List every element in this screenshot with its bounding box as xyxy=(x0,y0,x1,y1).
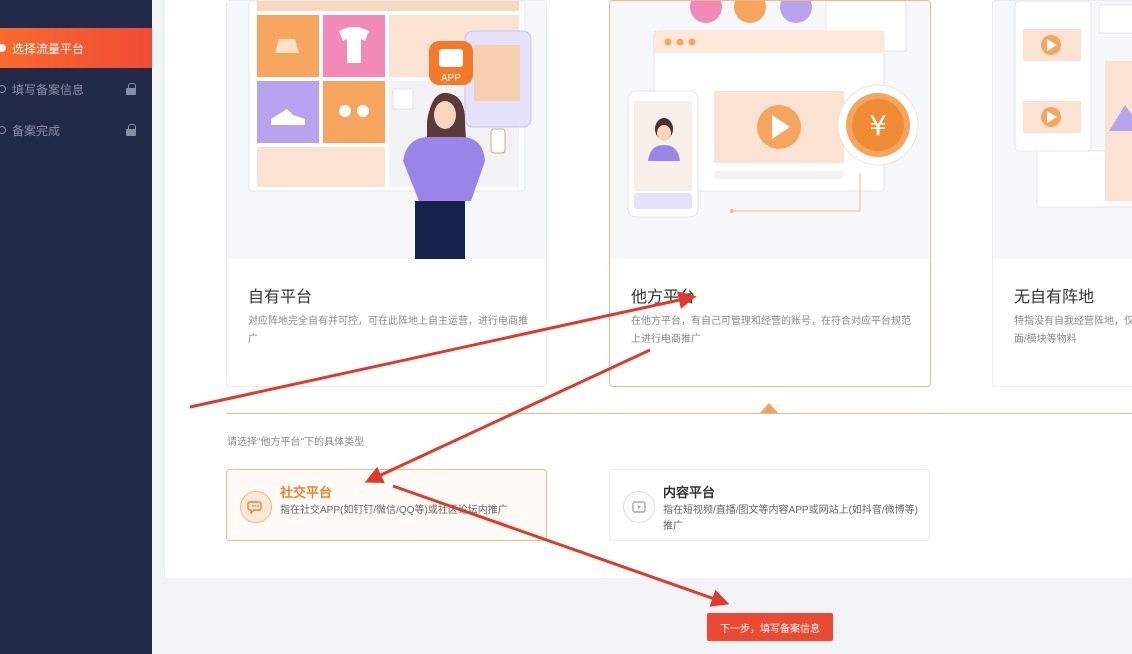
chat-icon xyxy=(240,491,272,523)
sidebar-item-label: 备案完成 xyxy=(12,123,61,138)
platform-card-own[interactable]: APP 自有平台 对应阵地完全自有并可控，可在此阵地上自主运营，进行电商推广 xyxy=(226,0,547,387)
third-party-platform-illustration: ¥ xyxy=(610,1,930,259)
subtype-desc: 指在社交APP(如钉钉/微信/QQ等)或社区论坛内推广 xyxy=(280,505,508,516)
subtype-option-content[interactable]: 内容平台 指在短视频/直播/图文等内容APP或网站上(如抖音/微博等)推广 xyxy=(609,469,930,541)
subtype-desc: 指在短视频/直播/图文等内容APP或网站上(如抖音/微博等)推广 xyxy=(663,505,919,532)
sidebar-item-complete[interactable]: 备案完成 xyxy=(0,110,152,150)
video-icon xyxy=(623,491,655,523)
step-dot-icon xyxy=(0,85,6,93)
svg-text:¥: ¥ xyxy=(869,109,887,142)
platform-card-no-own[interactable]: 无自有阵地 特指没有自我经营阵地，仅页面/模块等物料 xyxy=(992,0,1132,387)
no-own-platform-illustration xyxy=(993,1,1132,259)
subtype-hint: 请选择"他方平台"下的具体类型 xyxy=(227,437,365,448)
subtype-title: 内容平台 xyxy=(663,485,716,500)
own-platform-illustration: APP xyxy=(227,1,546,259)
step-dot-icon xyxy=(0,44,6,52)
platform-desc: 对应阵地完全自有并可控，可在此阵地上自主运营，进行电商推广 xyxy=(248,316,528,345)
next-step-button[interactable]: 下一步，填写备案信息 xyxy=(707,613,833,641)
platform-title: 自有平台 xyxy=(248,289,313,306)
sidebar: 选择流量平台 填写备案信息 备案完成 xyxy=(0,0,152,654)
svg-text:APP: APP xyxy=(441,73,461,84)
subtype-option-social[interactable]: 社交平台 指在社交APP(如钉钉/微信/QQ等)或社区论坛内推广 xyxy=(226,469,547,541)
sidebar-item-label: 填写备案信息 xyxy=(12,82,85,97)
lock-icon xyxy=(126,124,136,136)
platform-desc: 在他方平台，有自己可管理和经营的账号，在符合对应平台规范上进行电商推广 xyxy=(631,316,911,345)
platform-desc: 特指没有自我经营阵地，仅页面/模块等物料 xyxy=(1014,316,1132,345)
platform-title: 他方平台 xyxy=(631,289,696,306)
step-dot-icon xyxy=(0,126,6,134)
platform-card-third-party[interactable]: ¥ 他方平台 在他方平台，有自己可管理和经营的账号，在符合对应平台规范上进行电商… xyxy=(609,0,931,387)
platform-title: 无自有阵地 xyxy=(1014,289,1095,306)
sidebar-item-select-platform[interactable]: 选择流量平台 xyxy=(0,28,152,68)
lock-icon xyxy=(126,83,136,95)
caret-up-icon xyxy=(760,403,778,413)
subtype-title: 社交平台 xyxy=(280,485,333,500)
selection-divider xyxy=(226,413,1132,414)
sidebar-item-fill-info[interactable]: 填写备案信息 xyxy=(0,69,152,109)
sidebar-item-label: 选择流量平台 xyxy=(12,41,85,56)
